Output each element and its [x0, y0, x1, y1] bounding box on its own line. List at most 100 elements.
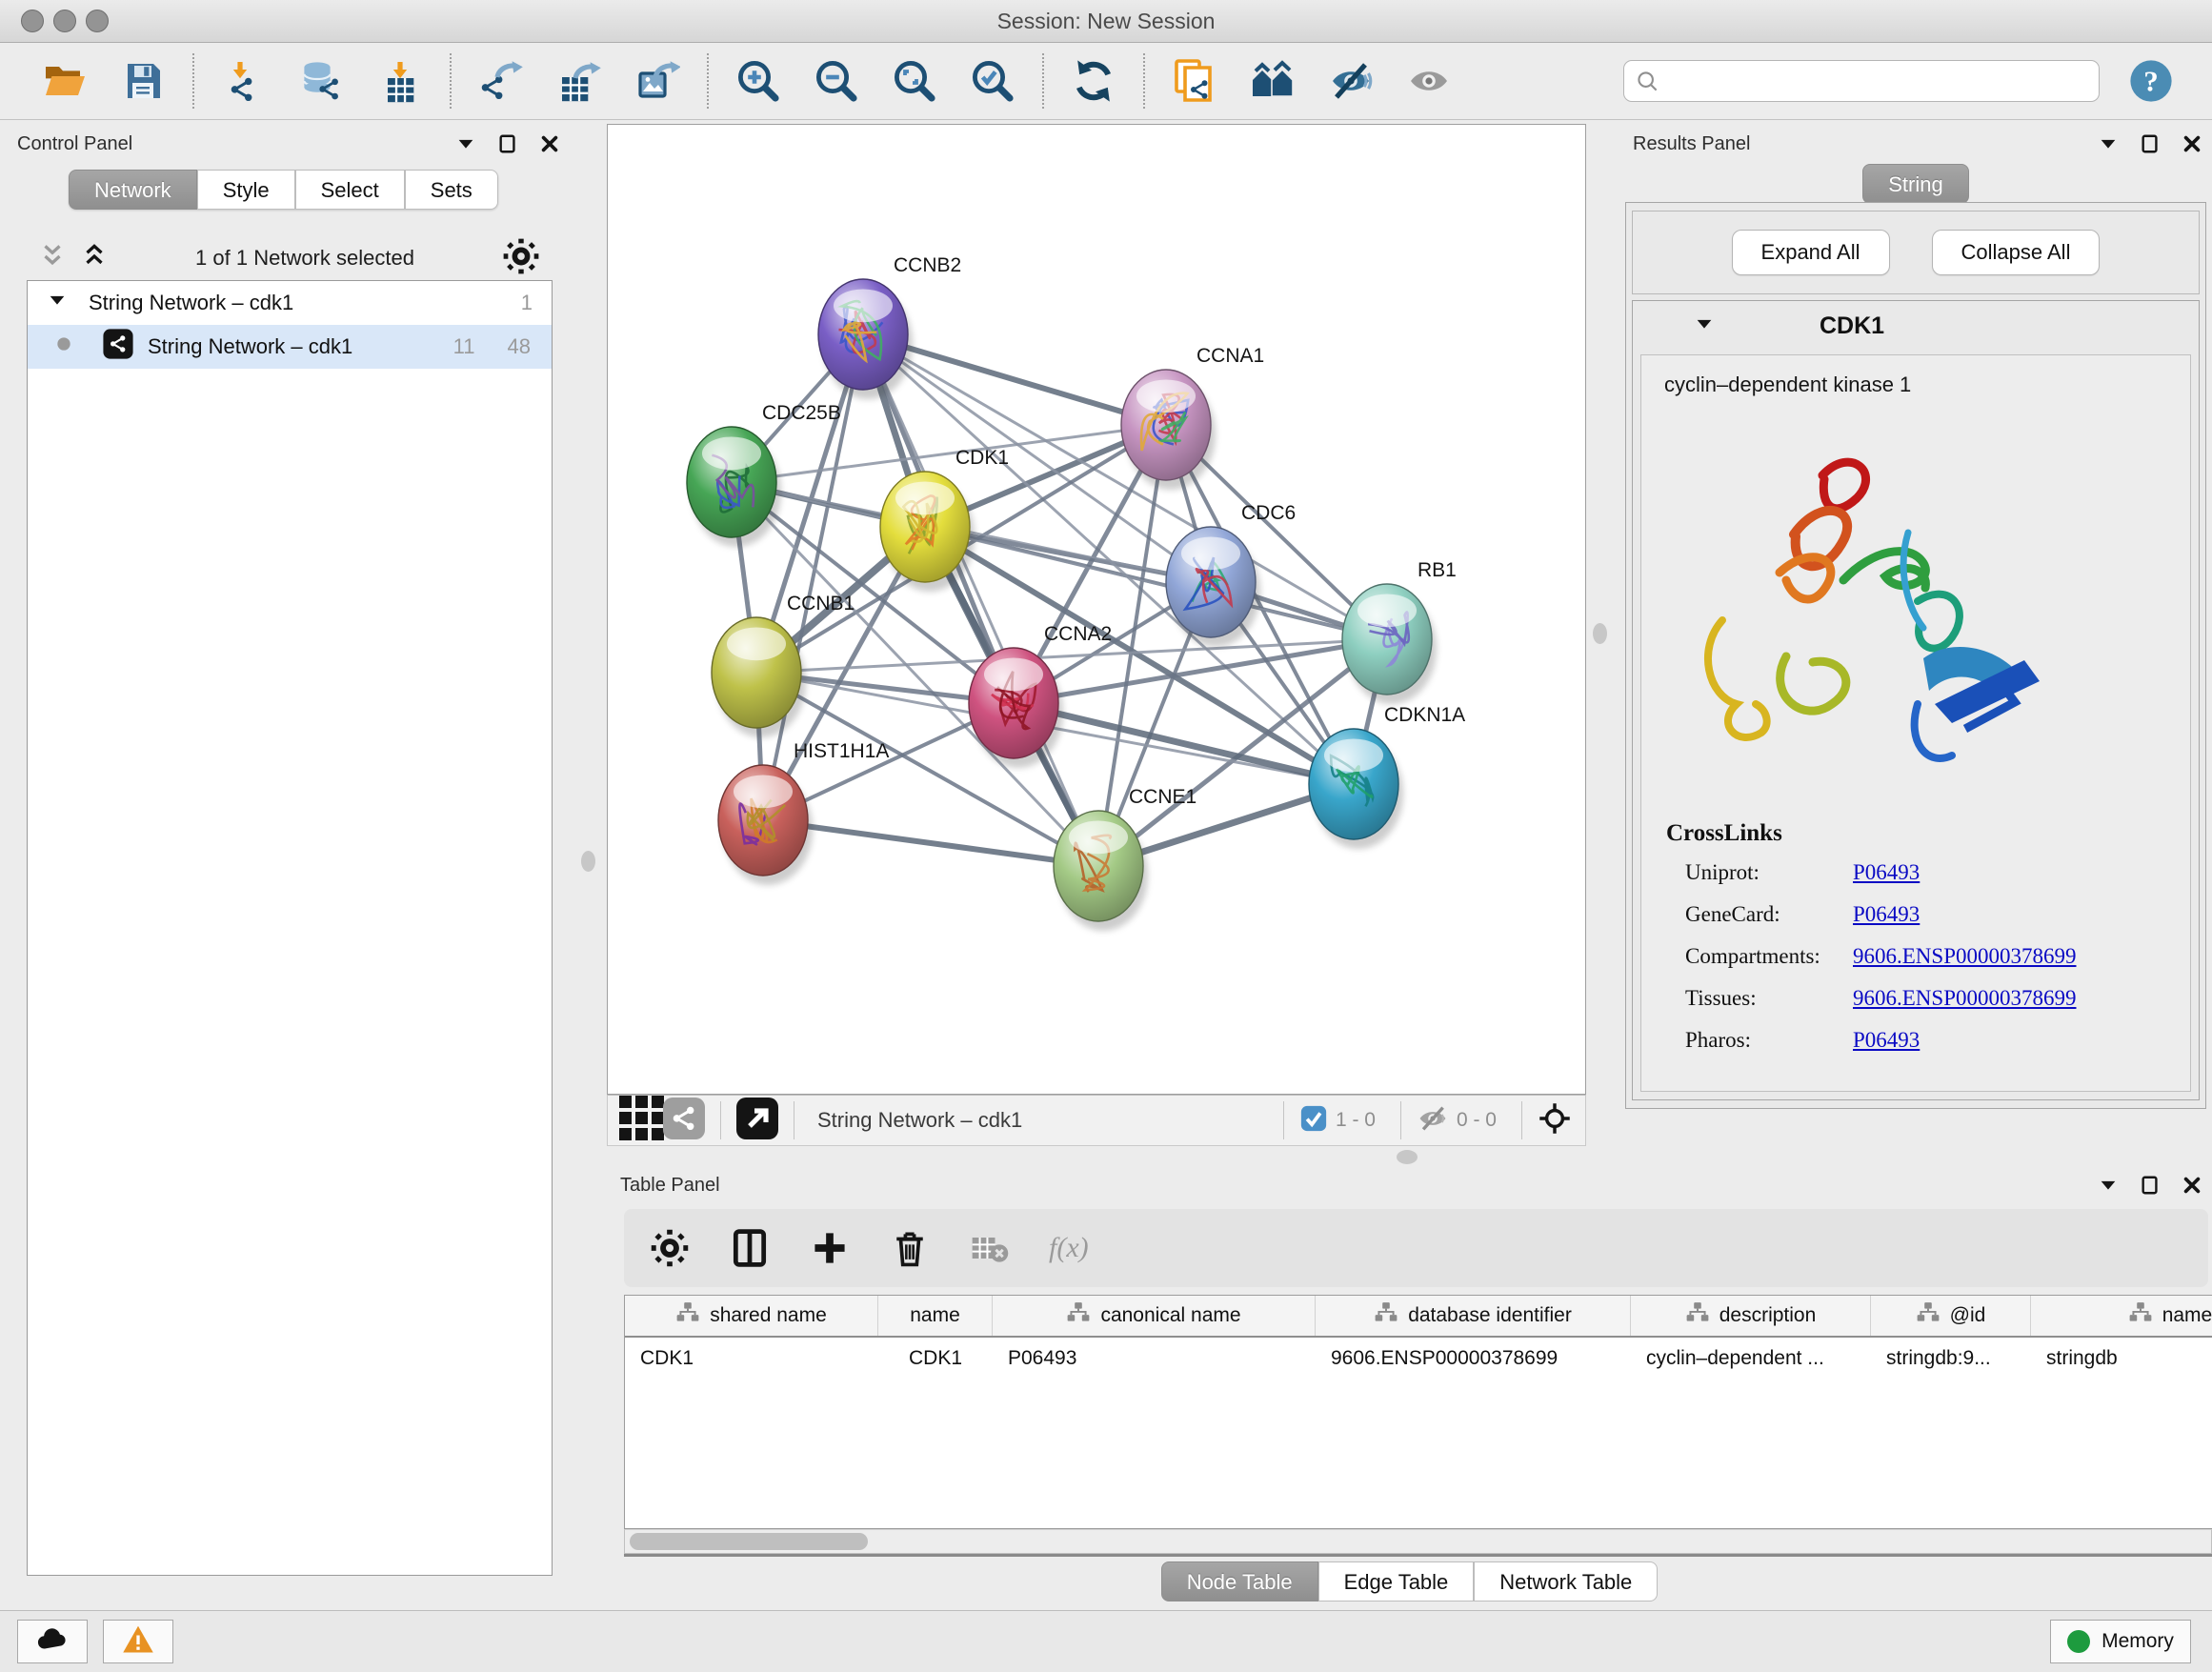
- crosslink-link[interactable]: P06493: [1853, 902, 1920, 927]
- crosslink-link[interactable]: P06493: [1853, 860, 1920, 885]
- search-input[interactable]: [1623, 60, 2100, 102]
- panel-close-icon[interactable]: [2182, 1175, 2202, 1196]
- panel-float-icon[interactable]: [2140, 1175, 2161, 1196]
- protein-card-header[interactable]: CDK1: [1633, 301, 2199, 351]
- zoom-out-icon[interactable]: [812, 56, 861, 106]
- tab-network-table[interactable]: Network Table: [1474, 1561, 1658, 1601]
- panel-menu-icon[interactable]: [2098, 133, 2119, 154]
- tab-sets[interactable]: Sets: [405, 170, 498, 210]
- import-network-database-icon[interactable]: [297, 56, 347, 106]
- network-row[interactable]: String Network – cdk1 11 48: [28, 325, 552, 369]
- network-collection-row[interactable]: String Network – cdk1 1: [28, 281, 552, 325]
- zoom-in-icon[interactable]: [734, 56, 783, 106]
- table-horizontal-scrollbar[interactable]: [624, 1529, 2212, 1554]
- column-header-name[interactable]: name: [878, 1296, 993, 1336]
- table-row[interactable]: CDK1CDK1P064939606.ENSP00000378699cyclin…: [625, 1338, 2212, 1380]
- zoom-window-button[interactable]: [86, 10, 109, 32]
- import-table-file-icon[interactable]: [375, 56, 425, 106]
- table-cell[interactable]: P06493: [993, 1338, 1316, 1380]
- panel-float-icon[interactable]: [2140, 133, 2161, 154]
- minimize-window-button[interactable]: [53, 10, 76, 32]
- table-cell[interactable]: CDK1: [625, 1338, 878, 1380]
- collapse-triangle-icon[interactable]: [1694, 313, 1715, 339]
- warnings-button[interactable]: [103, 1620, 173, 1663]
- open-session-icon[interactable]: [40, 56, 90, 106]
- tab-string[interactable]: String: [1862, 164, 1969, 204]
- hidden-eye-icon[interactable]: [1417, 1102, 1449, 1139]
- tab-network[interactable]: Network: [69, 170, 197, 210]
- tab-edge-table[interactable]: Edge Table: [1318, 1561, 1475, 1601]
- crosshair-icon[interactable]: [1538, 1101, 1572, 1140]
- columns-icon[interactable]: [729, 1223, 771, 1273]
- trash-icon[interactable]: [889, 1223, 931, 1273]
- show-all-icon[interactable]: [1404, 56, 1454, 106]
- collapse-all-button[interactable]: Collapse All: [1932, 230, 2101, 275]
- crosslink-link[interactable]: 9606.ENSP00000378699: [1853, 986, 2077, 1011]
- export-image-icon[interactable]: [633, 56, 682, 106]
- collapse-triangle-icon[interactable]: [47, 290, 68, 316]
- table-cell[interactable]: stringdb:9...: [1871, 1338, 2031, 1380]
- panel-menu-icon[interactable]: [455, 133, 476, 154]
- tab-select[interactable]: Select: [295, 170, 405, 210]
- delete-table-icon[interactable]: [969, 1223, 1011, 1273]
- column-header--id[interactable]: @id: [1871, 1296, 2031, 1336]
- node-RB1[interactable]: RB1: [1342, 559, 1457, 704]
- panel-menu-icon[interactable]: [2098, 1175, 2119, 1196]
- cloud-button[interactable]: [17, 1620, 88, 1663]
- edge-CCNB2-CCNE1[interactable]: [863, 334, 1098, 866]
- column-header-shared-name[interactable]: shared name: [625, 1296, 878, 1336]
- column-header-description[interactable]: description: [1631, 1296, 1871, 1336]
- network-canvas[interactable]: CCNB2 CCNA1 CDC25B CDK1 CDC6: [607, 124, 1586, 1095]
- export-table-icon[interactable]: [554, 56, 604, 106]
- selected-checkbox-icon[interactable]: [1299, 1104, 1328, 1138]
- add-icon[interactable]: [809, 1223, 851, 1273]
- horizontal-splitter-handle[interactable]: [1397, 1150, 1418, 1164]
- network-share-icon[interactable]: [663, 1096, 705, 1145]
- save-session-icon[interactable]: [118, 56, 168, 106]
- export-network-icon[interactable]: [476, 56, 526, 106]
- node-CDKN1A[interactable]: CDKN1A: [1309, 704, 1465, 849]
- crosslink-link[interactable]: P06493: [1853, 1028, 1920, 1053]
- node-CDK1[interactable]: CDK1: [880, 447, 1009, 592]
- fx-icon[interactable]: f(x): [1049, 1223, 1089, 1273]
- refresh-icon[interactable]: [1069, 56, 1118, 106]
- panel-close-icon[interactable]: [2182, 133, 2202, 154]
- network-options-gear-icon[interactable]: [501, 236, 541, 281]
- memory-button[interactable]: Memory: [2050, 1620, 2191, 1663]
- vertical-splitter-handle[interactable]: [581, 851, 595, 872]
- node-HIST1H1A[interactable]: HIST1H1A: [718, 740, 889, 885]
- panel-close-icon[interactable]: [539, 133, 560, 154]
- column-type-icon: [675, 1300, 700, 1331]
- help-icon[interactable]: ?: [2126, 56, 2176, 106]
- column-header-namespace[interactable]: namespace: [2031, 1296, 2212, 1336]
- grid-view-icon[interactable]: [621, 1096, 663, 1145]
- tab-style[interactable]: Style: [197, 170, 295, 210]
- column-label: @id: [1950, 1304, 1986, 1327]
- table-cell[interactable]: cyclin–dependent ...: [1631, 1338, 1871, 1380]
- column-header-canonical-name[interactable]: canonical name: [993, 1296, 1316, 1336]
- panel-float-icon[interactable]: [497, 133, 518, 154]
- column-header-database-identifier[interactable]: database identifier: [1316, 1296, 1631, 1336]
- close-window-button[interactable]: [21, 10, 44, 32]
- node-CCNE1[interactable]: CCNE1: [1054, 786, 1196, 931]
- table-cell[interactable]: CDK1: [878, 1338, 993, 1380]
- first-neighbors-icon[interactable]: [1248, 56, 1297, 106]
- gear-icon[interactable]: [649, 1223, 691, 1273]
- table-cell[interactable]: 9606.ENSP00000378699: [1316, 1338, 1631, 1380]
- node-CCNA1[interactable]: CCNA1: [1121, 345, 1264, 490]
- edge-CCNE1-HIST1H1A[interactable]: [763, 820, 1098, 866]
- birdseye-export-icon[interactable]: [736, 1096, 778, 1145]
- new-network-from-selection-icon[interactable]: [1170, 56, 1219, 106]
- vertical-splitter-handle[interactable]: [1593, 623, 1607, 644]
- scrollbar-thumb[interactable]: [630, 1533, 868, 1550]
- crosslink-link[interactable]: 9606.ENSP00000378699: [1853, 944, 2077, 969]
- hide-selection-icon[interactable]: [1326, 56, 1376, 106]
- zoom-selected-icon[interactable]: [968, 56, 1017, 106]
- table-cell[interactable]: stringdb: [2031, 1338, 2212, 1380]
- expand-all-button[interactable]: Expand All: [1732, 230, 1890, 275]
- import-network-file-icon[interactable]: [219, 56, 269, 106]
- collapse-all-icon[interactable]: [38, 242, 67, 275]
- expand-all-icon[interactable]: [80, 242, 109, 275]
- tab-node-table[interactable]: Node Table: [1161, 1561, 1318, 1601]
- zoom-fit-icon[interactable]: [890, 56, 939, 106]
